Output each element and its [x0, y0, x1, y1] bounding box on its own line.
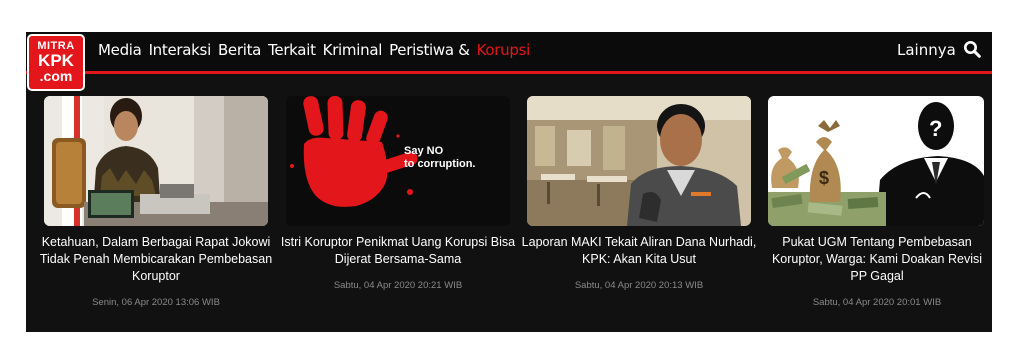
to-corruption-text: to corruption.	[404, 158, 476, 170]
article-thumbnail-president-at-desk[interactable]	[44, 96, 268, 226]
svg-text:?: ?	[929, 116, 942, 141]
article-date: Sabtu, 04 Apr 2020 20:13 WIB	[574, 280, 704, 291]
say-no-text: Say NO	[404, 145, 444, 157]
article-title[interactable]: Ketahuan, Dalam Berbagai Rapat Jokowi Ti…	[38, 234, 274, 285]
article-date: Sabtu, 04 Apr 2020 20:21 WIB	[333, 280, 463, 291]
article-date: Sabtu, 04 Apr 2020 20:01 WIB	[812, 297, 942, 308]
main-nav: Media Interaksi Berita Terkait Kriminal …	[98, 41, 530, 59]
logo-text-kpk: KPK	[38, 51, 74, 70]
nav-item-terkait[interactable]: Terkait	[268, 41, 316, 59]
nav-item-media[interactable]: Media	[98, 41, 142, 59]
article-thumbnail-say-no-to-corruption[interactable]: Say NO to corruption.	[286, 95, 510, 226]
nav-item-interaksi[interactable]: Interaksi	[149, 41, 212, 59]
article-thumbnail-man-in-cafe[interactable]	[527, 96, 751, 226]
article-title[interactable]: Istri Koruptor Penikmat Uang Korupsi Bis…	[280, 234, 516, 268]
article-card[interactable]: Say NO to corruption. Istri Koruptor Pen…	[281, 95, 515, 291]
nav-item-peristiwa[interactable]: Peristiwa &	[389, 41, 470, 59]
nav-item-korupsi[interactable]: Korupsi	[477, 41, 531, 59]
nav-item-berita[interactable]: Berita	[218, 41, 261, 59]
svg-text:to corruption.: to corruption.	[404, 158, 476, 170]
article-card[interactable]: ? $ Pukat UGM Tentang Pembebasan Korupto…	[768, 96, 984, 308]
search-icon[interactable]	[963, 40, 981, 58]
article-title[interactable]: Laporan MAKI Tekait Aliran Dana Nurhadi,…	[521, 234, 757, 268]
article-thumbnail-money-bags-silhouette[interactable]: ? $	[768, 96, 984, 226]
svg-text:$: $	[819, 168, 829, 188]
nav-item-kriminal[interactable]: Kriminal	[323, 41, 383, 59]
article-card[interactable]: Laporan MAKI Tekait Aliran Dana Nurhadi,…	[522, 96, 756, 291]
nav-more-link[interactable]: Lainnya	[897, 41, 956, 59]
article-date: Senin, 06 Apr 2020 13:06 WIB	[92, 297, 220, 308]
article-card[interactable]: Ketahuan, Dalam Berbagai Rapat Jokowi Ti…	[40, 96, 272, 308]
logo-text-com: .com	[39, 68, 73, 84]
svg-text:Say NO: Say NO	[404, 145, 444, 157]
article-title[interactable]: Pukat UGM Tentang Pembebasan Koruptor, W…	[766, 234, 988, 285]
site-logo[interactable]: MITRA KPK .com	[27, 34, 85, 91]
